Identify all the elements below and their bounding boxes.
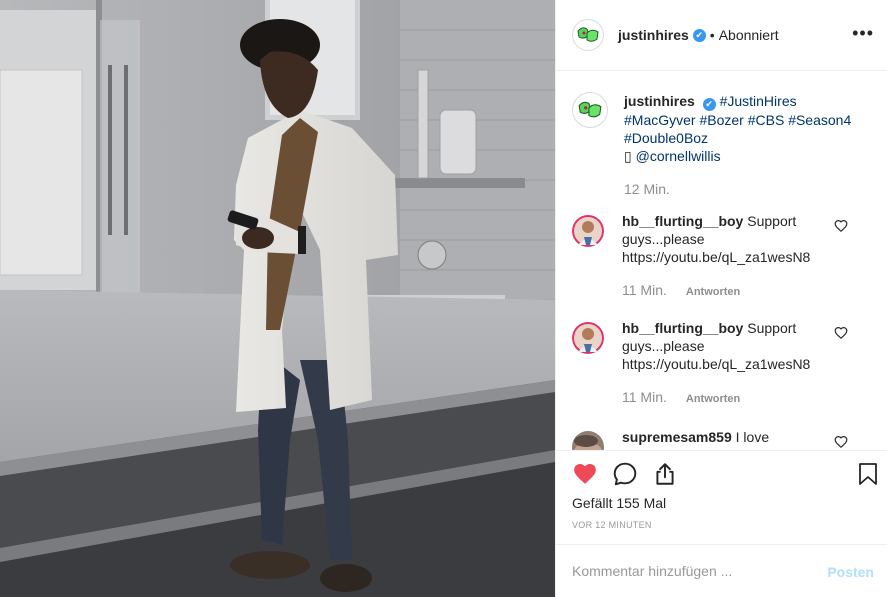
comment-body: supremesam859 I love youuuuuuuuuu love t…	[622, 428, 844, 450]
mention-link[interactable]: @cornellwillis	[636, 148, 721, 164]
graffiti-logo-icon	[577, 27, 599, 42]
comment-item: hb__flurting__boy Support guys...please …	[572, 212, 872, 301]
commenter-avatar[interactable]	[572, 431, 604, 450]
verified-badge-icon: ✔	[702, 98, 716, 111]
comments-list[interactable]: justinhires ✔ #JustinHires #MacGyver #Bo…	[556, 72, 887, 450]
caption-text: justinhires ✔ #JustinHires #MacGyver #Bo…	[624, 92, 864, 198]
more-dots-icon[interactable]: •••	[852, 24, 874, 42]
post-header: justinhires ✔ • Abonniert •••	[556, 0, 887, 71]
comment-username[interactable]: hb__flurting__boy	[622, 320, 743, 336]
add-comment-bar: Posten	[556, 544, 887, 597]
caption-time[interactable]: 12 Min.	[624, 180, 670, 198]
post-comment-button[interactable]: Posten	[827, 564, 874, 580]
heart-outline-icon[interactable]	[834, 219, 848, 233]
likes-count[interactable]: Gefällt 155 Mal	[572, 495, 872, 511]
reply-button[interactable]: Antworten	[686, 390, 740, 408]
heart-outline-icon[interactable]	[834, 326, 848, 340]
comment-body: hb__flurting__boy Support guys...please …	[622, 319, 844, 408]
comment-username[interactable]: supremesam859	[622, 429, 732, 445]
comment-time[interactable]: 11 Min.	[622, 388, 667, 406]
share-icon[interactable]	[652, 461, 678, 487]
header-separator: •	[709, 27, 715, 43]
comment-time[interactable]: 11 Min.	[622, 281, 667, 299]
post-photo[interactable]	[0, 0, 555, 597]
comment-item: hb__flurting__boy Support guys...please …	[572, 319, 872, 408]
instagram-post-view: justinhires ✔ • Abonniert ••• justinhire…	[0, 0, 887, 597]
post-side-panel: justinhires ✔ • Abonniert ••• justinhire…	[555, 0, 887, 597]
caption-author-avatar[interactable]	[572, 92, 608, 128]
comment-item: supremesam859 I love youuuuuuuuuu love t…	[572, 428, 872, 450]
caption-username[interactable]: justinhires	[624, 93, 695, 109]
post-timestamp[interactable]: VOR 12 MINUTEN	[572, 520, 872, 530]
hashtag-link[interactable]: #Bozer	[699, 112, 743, 128]
hashtag-link[interactable]: #Season4	[788, 112, 851, 128]
author-username[interactable]: justinhires	[618, 27, 689, 43]
reply-button[interactable]: Antworten	[686, 283, 740, 301]
avatar-photo	[572, 322, 604, 354]
avatar-photo	[572, 215, 604, 247]
commenter-avatar[interactable]	[572, 322, 604, 354]
follow-status[interactable]: Abonniert	[719, 27, 779, 43]
action-icons-row	[572, 461, 877, 489]
comment-body: hb__flurting__boy Support guys...please …	[622, 212, 844, 301]
hashtag-link[interactable]: #JustinHires	[720, 93, 797, 109]
commenter-avatar[interactable]	[572, 215, 604, 247]
hashtag-link[interactable]: #CBS	[748, 112, 785, 128]
comment-bubble-icon[interactable]	[612, 461, 638, 487]
caption-meta: 12 Min.	[624, 180, 864, 198]
heart-outline-icon[interactable]	[834, 435, 848, 449]
hashtag-link[interactable]: #MacGyver	[624, 112, 696, 128]
comment-meta: 11 Min. Antworten	[622, 388, 844, 408]
author-avatar[interactable]	[572, 19, 604, 51]
comment-meta: 11 Min. Antworten	[622, 281, 844, 301]
caption: justinhires ✔ #JustinHires #MacGyver #Bo…	[572, 92, 872, 198]
verified-badge-icon: ✔	[692, 28, 706, 42]
comment-username[interactable]: hb__flurting__boy	[622, 213, 743, 229]
avatar-photo	[572, 431, 604, 450]
bookmark-icon[interactable]	[856, 461, 880, 487]
unsupported-glyph: ▯	[624, 148, 632, 164]
post-actions: Gefällt 155 Mal VOR 12 MINUTEN	[556, 450, 887, 530]
post-photo-scene	[0, 0, 555, 597]
graffiti-logo-icon	[578, 101, 602, 118]
comment-input[interactable]	[572, 563, 812, 579]
heart-filled-icon[interactable]	[572, 461, 598, 487]
hashtag-link[interactable]: #Double0Boz	[624, 130, 708, 146]
